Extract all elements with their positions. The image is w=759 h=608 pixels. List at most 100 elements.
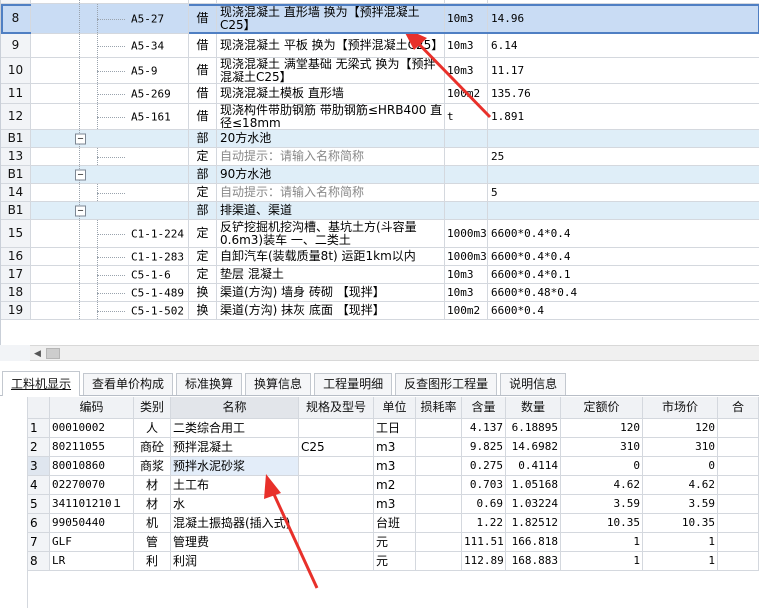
quota-name[interactable]: 垫层 混凝土 (217, 266, 445, 284)
material-cat[interactable]: 材 (134, 495, 171, 514)
quota-code-cell[interactable] (31, 148, 189, 166)
column-header[interactable]: 市场价 (643, 397, 718, 419)
material-loss[interactable] (416, 514, 462, 533)
material-cat[interactable]: 商砼 (134, 438, 171, 457)
material-market[interactable]: 0 (643, 457, 718, 476)
material-count[interactable]: 1.05168 (506, 476, 561, 495)
material-row[interactable]: 1 00010002 人二类综合用工 工日 4.137 6.18895 120 120 (28, 419, 759, 438)
quota-code-cell[interactable]: C5-1-6 (31, 266, 189, 284)
material-qty[interactable]: 4.137 (462, 419, 506, 438)
material-loss[interactable] (416, 476, 462, 495)
quota-row[interactable]: 11 A5-269 借现浇混凝土模板 直形墙 100m2 135.76 (1, 84, 759, 104)
quota-quantity[interactable]: 6600*0.48*0.4 (488, 284, 759, 302)
material-cat[interactable]: 利 (134, 552, 171, 571)
material-name[interactable]: 混凝土振捣器(插入式) (171, 514, 299, 533)
material-cat[interactable]: 人 (134, 419, 171, 438)
material-market[interactable]: 310 (643, 438, 718, 457)
material-unit[interactable]: m2 (374, 476, 416, 495)
quota-code-cell[interactable]: − (31, 130, 189, 148)
quota-name[interactable]: 现浇混凝土 平板 换为【预拌混凝土C25】 (217, 34, 445, 58)
material-market[interactable]: 4.62 (643, 476, 718, 495)
material-qty[interactable]: 111.51 (462, 533, 506, 552)
material-qty[interactable]: 9.825 (462, 438, 506, 457)
material-spec[interactable]: C25 (299, 438, 374, 457)
quota-row[interactable]: 8 A5-27 借现浇混凝土 直形墙 换为【预拌混凝土C25】 10m3 14.96 (1, 4, 759, 34)
material-row[interactable]: 7 GLF 管管理费元 111.51 166.818 1 1 (28, 533, 759, 552)
tab-3[interactable]: 换算信息 (245, 373, 312, 395)
material-count[interactable]: 6.18895 (506, 419, 561, 438)
quota-code-cell[interactable]: A5-34 (31, 34, 189, 58)
material-qty[interactable]: 112.89 (462, 552, 506, 571)
quota-quantity[interactable]: 6600*0.4 (488, 302, 759, 320)
quota-row[interactable]: 13 定自动提示：请输入名称简称 25 (1, 148, 759, 166)
scroll-left-icon[interactable]: ◀ (34, 349, 41, 359)
quota-name[interactable]: 自卸汽车(装载质量8t) 运距1km以内 (217, 248, 445, 266)
quota-code-cell[interactable]: − (31, 166, 189, 184)
material-market[interactable]: 120 (643, 419, 718, 438)
material-row[interactable]: 8 LR 利利润元 112.89 168.883 1 1 (28, 552, 759, 571)
tab-2[interactable]: 标准换算 (176, 373, 243, 395)
tab-6[interactable]: 说明信息 (500, 373, 567, 395)
material-name[interactable]: 二类综合用工 (171, 419, 299, 438)
quota-code-cell[interactable]: C5-1-502 (31, 302, 189, 320)
material-spec[interactable] (299, 514, 374, 533)
quota-name[interactable]: 现浇混凝土模板 直形墙 (217, 84, 445, 104)
material-market[interactable]: 1 (643, 552, 718, 571)
material-qty[interactable]: 0.69 (462, 495, 506, 514)
material-code[interactable]: 341101210１ (50, 495, 134, 514)
quota-quantity[interactable]: 5 (488, 184, 759, 202)
quota-quantity[interactable]: 6600*0.4*0.4 (488, 248, 759, 266)
material-code[interactable]: GLF (50, 533, 134, 552)
material-quota[interactable]: 10.35 (561, 514, 643, 533)
horizontal-scrollbar[interactable]: ◀ (30, 345, 759, 361)
quota-name[interactable]: 排渠道、渠道 (217, 202, 445, 220)
quota-quantity[interactable]: 6600*0.4*0.1 (488, 266, 759, 284)
material-row[interactable]: 3 80010860 商浆 预拌水泥砂浆 m3 0.275 0.4114 0 0 (28, 457, 759, 476)
quota-code-cell[interactable]: A5-9 (31, 58, 189, 84)
material-cat[interactable]: 材 (134, 476, 171, 495)
quota-code-cell[interactable]: A5-161 (31, 104, 189, 130)
quota-row[interactable]: 18 C5-1-489 换渠道(方沟) 墙身 砖砌 【现拌】 10m3 6600*0.4… (1, 284, 759, 302)
material-market[interactable]: 1 (643, 533, 718, 552)
group-row[interactable]: B1 − 部 90方水池 (1, 166, 759, 184)
quota-name[interactable]: 现浇构件带肋钢筋 带肋钢筋≤HRB400 直径≤18mm (217, 104, 445, 130)
quota-row[interactable]: 17 C5-1-6 定垫层 混凝土 10m3 6600*0.4*0.1 (1, 266, 759, 284)
material-quota[interactable]: 310 (561, 438, 643, 457)
quota-code-cell[interactable]: − (31, 202, 189, 220)
material-market[interactable]: 3.59 (643, 495, 718, 514)
material-code[interactable]: 99050440 (50, 514, 134, 533)
material-name[interactable]: 管理费 (171, 533, 299, 552)
column-header[interactable]: 规格及型号 (299, 397, 374, 419)
quota-quantity[interactable]: 14.96 (488, 4, 759, 34)
material-name[interactable]: 土工布 (171, 476, 299, 495)
material-spec[interactable] (299, 457, 374, 476)
material-qty[interactable]: 0.275 (462, 457, 506, 476)
collapse-icon[interactable]: − (75, 133, 86, 144)
tab-1[interactable]: 查看单价构成 (83, 373, 174, 395)
scroll-thumb[interactable] (46, 348, 60, 359)
material-spec[interactable] (299, 419, 374, 438)
quota-quantity[interactable]: 25 (488, 148, 759, 166)
material-unit[interactable]: 工日 (374, 419, 416, 438)
material-name[interactable]: 预拌混凝土 (171, 438, 299, 457)
quota-code-cell[interactable]: A5-269 (31, 84, 189, 104)
material-loss[interactable] (416, 552, 462, 571)
tab-5[interactable]: 反查图形工程量 (395, 373, 498, 395)
material-count[interactable]: 0.4114 (506, 457, 561, 476)
quota-name[interactable]: 20方水池 (217, 130, 445, 148)
quota-quantity[interactable] (488, 130, 759, 148)
quota-code-cell[interactable]: C1-1-224 (31, 220, 189, 248)
material-unit[interactable]: m3 (374, 495, 416, 514)
tab-4[interactable]: 工程量明细 (314, 373, 393, 395)
quota-quantity[interactable] (488, 166, 759, 184)
material-cat[interactable]: 商浆 (134, 457, 171, 476)
material-row[interactable]: 5 341101210１ 材水 m3 0.69 1.03224 3.59 3.59 (28, 495, 759, 514)
material-quota[interactable]: 1 (561, 552, 643, 571)
material-count[interactable]: 14.6982 (506, 438, 561, 457)
quota-name[interactable]: 自动提示：请输入名称简称 (217, 184, 445, 202)
material-row[interactable]: 6 99050440 机混凝土振捣器(插入式) 台班 1.22 1.82512 10.35 1… (28, 514, 759, 533)
column-header[interactable]: 类别 (134, 397, 171, 419)
material-count[interactable]: 168.883 (506, 552, 561, 571)
quota-code-cell[interactable]: C5-1-489 (31, 284, 189, 302)
quota-code-cell[interactable]: A5-27 (31, 4, 189, 34)
